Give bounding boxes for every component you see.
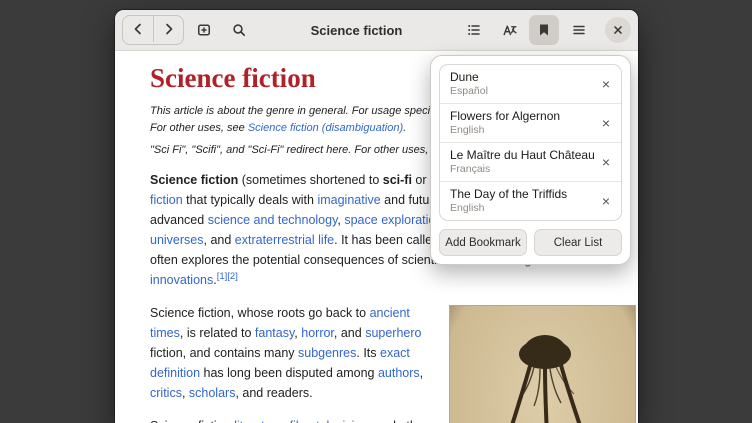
text-run: Science fiction, whose roots go back to [150, 306, 370, 320]
inline-link[interactable]: Science fiction (disambiguation) [248, 122, 403, 134]
inline-link[interactable]: horror [301, 326, 334, 340]
inline-link[interactable]: space exploration [344, 213, 442, 227]
clear-list-button[interactable]: Clear List [534, 229, 622, 256]
text-run: , and readers. [235, 386, 312, 400]
inline-link[interactable]: critics [150, 386, 182, 400]
new-tab-icon [196, 22, 212, 38]
inline-link[interactable]: imaginative [317, 193, 380, 207]
text-run: has long been disputed among [200, 366, 378, 380]
inline-link[interactable]: [1] [217, 271, 228, 282]
search-icon [231, 22, 247, 38]
bookmark-row[interactable]: Flowers for Algernon English × [440, 103, 621, 142]
inline-link[interactable]: superhero [365, 326, 421, 340]
close-icon [611, 23, 625, 37]
inline-link[interactable]: authors [378, 366, 420, 380]
add-bookmark-button[interactable]: Add Bookmark [439, 229, 527, 256]
toc-button[interactable] [459, 15, 489, 45]
language-button[interactable] [494, 15, 524, 45]
bookmarks-popover: Dune Español × Flowers for Algernon Engl… [430, 55, 631, 265]
inline-link[interactable]: science and technology [208, 213, 338, 227]
language-icon [501, 22, 517, 38]
forward-button[interactable] [153, 16, 183, 42]
bookmark-language: English [450, 202, 595, 215]
header-bar: Science fiction [115, 10, 638, 51]
text-run: that typically deals with [183, 193, 318, 207]
inline-link[interactable]: [2] [227, 271, 238, 282]
remove-bookmark-button[interactable]: × [596, 152, 616, 172]
inline-link[interactable]: extraterrestrial life [235, 233, 334, 247]
bookmark-language: Français [450, 163, 595, 176]
text-run: . [403, 122, 406, 134]
inline-link[interactable]: film [290, 419, 309, 423]
bookmarks-button[interactable] [529, 15, 559, 45]
bookmarks-list: Dune Español × Flowers for Algernon Engl… [439, 64, 622, 221]
text-run: sci-fi [383, 173, 412, 187]
bookmark-title: Le Maître du Haut Château [450, 148, 595, 163]
text-run: , and [204, 233, 235, 247]
article-image[interactable] [449, 305, 636, 423]
chevron-right-icon [161, 21, 177, 37]
bookmark-language: Español [450, 85, 595, 98]
search-button[interactable] [224, 15, 254, 45]
inline-link[interactable]: subgenres [298, 346, 356, 360]
inline-link[interactable]: fantasy [255, 326, 294, 340]
bookmark-title: Dune [450, 70, 595, 85]
bookmark-title: Flowers for Algernon [450, 109, 595, 124]
inline-link[interactable]: scholars [189, 386, 236, 400]
inline-link[interactable]: literature [234, 419, 283, 423]
inline-link[interactable]: television [316, 419, 368, 423]
text-run: Science fiction [150, 419, 234, 423]
hamburger-menu-icon [571, 22, 587, 38]
toc-icon [466, 22, 482, 38]
back-button[interactable] [123, 16, 153, 42]
text-run: "Sci Fi", "Scifi", and "Sci-Fi" redirect… [150, 144, 452, 156]
chevron-left-icon [130, 21, 146, 37]
menu-button[interactable] [564, 15, 594, 45]
text-run: . Its [356, 346, 380, 360]
remove-bookmark-button[interactable]: × [596, 74, 616, 94]
text-run: or [412, 173, 430, 187]
remove-bookmark-button[interactable]: × [596, 113, 616, 133]
text-run: Science fiction [150, 173, 238, 187]
bookmark-row[interactable]: The Day of the Triffids English × [440, 181, 621, 220]
bookmark-row[interactable]: Dune Español × [440, 65, 621, 103]
popover-actions: Add Bookmark Clear List [439, 229, 622, 256]
close-window-button[interactable] [605, 17, 631, 43]
window-title: Science fiction [259, 23, 454, 38]
new-tab-button[interactable] [189, 15, 219, 45]
text-run: , [420, 366, 423, 380]
bookmark-row[interactable]: Le Maître du Haut Château Français × [440, 142, 621, 181]
nav-button-group [122, 15, 184, 45]
desktop-backdrop: Science fiction Science fiction This art… [0, 0, 752, 423]
text-run: , [182, 386, 189, 400]
remove-bookmark-button[interactable]: × [596, 191, 616, 211]
text-run: , is related to [180, 326, 255, 340]
bookmark-language: English [450, 124, 595, 137]
bookmark-icon [536, 22, 552, 38]
text-run: fiction, and contains many [150, 346, 298, 360]
text-run: , and [334, 326, 365, 340]
text-run: (sometimes shortened to [238, 173, 383, 187]
bookmark-title: The Day of the Triffids [450, 187, 595, 202]
text-run: , [283, 419, 290, 423]
tripod-illustration [450, 306, 635, 423]
